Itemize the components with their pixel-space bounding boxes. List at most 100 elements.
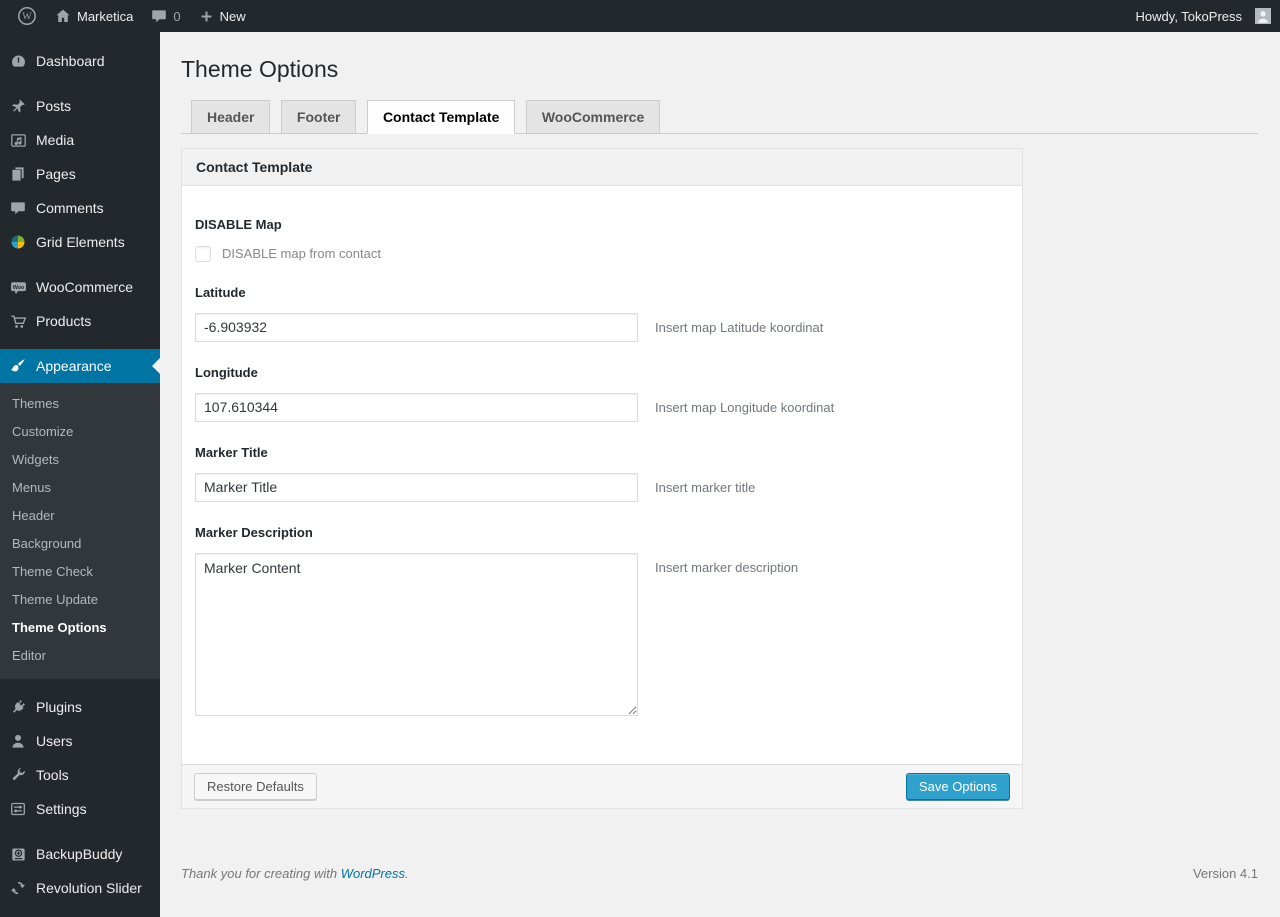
field-disable-map: DISABLE Map DISABLE map from contact	[195, 217, 1009, 262]
howdy-text: Howdy, TokoPress	[1135, 8, 1242, 24]
backup-icon	[8, 844, 28, 864]
sidebar-subitem-editor[interactable]: Editor	[0, 642, 160, 670]
sidebar-item-grid-elements[interactable]: Grid Elements	[0, 225, 160, 259]
user-icon	[8, 731, 28, 751]
sidebar-item-tools[interactable]: Tools	[0, 758, 160, 792]
page-title: Theme Options	[181, 56, 339, 82]
field-marker-description: Marker Description Marker Content Insert…	[195, 525, 1009, 716]
sidebar-item-label: Pages	[36, 166, 76, 182]
tab-bar: Header Footer Contact Template WooCommer…	[181, 99, 1258, 134]
sidebar-item-label: Grid Elements	[36, 234, 125, 250]
comment-bubble-icon	[151, 8, 167, 24]
sidebar-item-plugins[interactable]: Plugins	[0, 690, 160, 724]
panel-title: Contact Template	[182, 148, 1022, 186]
menu-separator	[0, 78, 160, 89]
sidebar-item-punch-fonts[interactable]: A Punch Fonts	[0, 905, 160, 917]
sidebar-subitem-theme-options[interactable]: Theme Options	[0, 614, 160, 642]
sidebar-item-posts[interactable]: Posts	[0, 89, 160, 123]
menu-separator	[0, 338, 160, 349]
field-label-marker-description: Marker Description	[195, 524, 313, 540]
wrench-icon	[8, 765, 28, 785]
home-icon	[55, 8, 71, 24]
sidebar-item-label: WooCommerce	[36, 279, 133, 295]
sidebar-item-revolution-slider[interactable]: Revolution Slider	[0, 871, 160, 905]
new-content-button[interactable]: New	[190, 0, 255, 32]
dashboard-icon	[8, 51, 28, 71]
sidebar-item-label: Dashboard	[36, 53, 105, 69]
sidebar-item-label: Revolution Slider	[36, 880, 142, 896]
sidebar-item-pages[interactable]: Pages	[0, 157, 160, 191]
sidebar-item-label: Plugins	[36, 699, 82, 715]
sidebar-item-label: Settings	[36, 801, 87, 817]
field-label-marker-title: Marker Title	[195, 444, 268, 460]
site-name-button[interactable]: Marketica	[46, 0, 142, 32]
sidebar-item-users[interactable]: Users	[0, 724, 160, 758]
version-text: Version 4.1	[1192, 866, 1258, 882]
wordpress-link[interactable]: WordPress	[341, 866, 405, 881]
sidebar-item-appearance[interactable]: Appearance	[0, 349, 160, 383]
pages-icon	[8, 164, 28, 184]
latitude-input[interactable]	[195, 312, 638, 342]
comments-count: 0	[173, 8, 181, 24]
sidebar-subitem-menus[interactable]: Menus	[0, 474, 160, 502]
field-label-longitude: Longitude	[195, 364, 258, 380]
menu-separator	[0, 826, 160, 837]
marker-description-textarea[interactable]: Marker Content	[195, 552, 638, 716]
sidebar-item-comments[interactable]: Comments	[0, 191, 160, 225]
sidebar-subitem-background[interactable]: Background	[0, 530, 160, 558]
field-latitude: Latitude Insert map Latitude koordinat	[195, 285, 1009, 342]
sidebar-item-dashboard[interactable]: Dashboard	[0, 44, 160, 78]
svg-text:W: W	[22, 12, 32, 23]
sidebar-item-products[interactable]: Products	[0, 304, 160, 338]
tab-contact-template[interactable]: Contact Template	[366, 99, 516, 134]
woocommerce-icon: Woo	[8, 277, 28, 297]
sidebar-subitem-theme-update[interactable]: Theme Update	[0, 586, 160, 614]
sidebar-item-label: Comments	[36, 200, 104, 216]
sidebar-item-settings[interactable]: Settings	[0, 792, 160, 826]
tab-header[interactable]: Header	[191, 99, 271, 134]
sidebar-subitem-themes[interactable]: Themes	[0, 390, 160, 418]
tab-woocommerce[interactable]: WooCommerce	[525, 99, 661, 134]
page-footer: Thank you for creating with WordPress. V…	[181, 866, 1258, 881]
longitude-input[interactable]	[195, 392, 638, 422]
sidebar-item-label: Appearance	[36, 358, 112, 374]
footer-thanks: Thank you for creating with WordPress.	[181, 866, 409, 881]
sidebar-item-woocommerce[interactable]: Woo WooCommerce	[0, 270, 160, 304]
sidebar-subitem-widgets[interactable]: Widgets	[0, 446, 160, 474]
avatar	[1255, 8, 1271, 24]
sidebar-subitem-customize[interactable]: Customize	[0, 418, 160, 446]
sidebar-subitem-header[interactable]: Header	[0, 502, 160, 530]
menu-separator	[0, 259, 160, 270]
sidebar-item-label: Posts	[36, 98, 72, 114]
new-label: New	[219, 8, 246, 24]
sidebar-subitem-theme-check[interactable]: Theme Check	[0, 558, 160, 586]
marker-title-input[interactable]	[195, 472, 638, 502]
font-a-icon: A	[8, 912, 28, 917]
pushpin-icon	[8, 96, 28, 116]
main-content: Theme Options Header Footer Contact Temp…	[160, 0, 1280, 881]
sidebar-item-backupbuddy[interactable]: BackupBuddy	[0, 837, 160, 871]
footer-thanks-prefix: Thank you for creating with	[181, 866, 341, 882]
sidebar-item-label: Media	[36, 132, 75, 148]
restore-defaults-button[interactable]: Restore Defaults	[194, 772, 317, 801]
sidebar-item-media[interactable]: Media	[0, 123, 160, 157]
sidebar-item-label: Users	[36, 733, 73, 749]
field-label-disable-map: DISABLE Map	[195, 216, 282, 232]
comments-icon	[8, 198, 28, 218]
sidebar-item-label: Tools	[36, 767, 69, 783]
field-longitude: Longitude Insert map Longitude koordinat	[195, 365, 1009, 422]
cart-icon	[8, 311, 28, 331]
save-options-button[interactable]: Save Options	[905, 772, 1010, 801]
plug-icon	[8, 697, 28, 717]
contact-template-panel: Contact Template DISABLE Map DISABLE map…	[181, 147, 1023, 810]
comments-button[interactable]: 0	[142, 0, 189, 32]
disable-map-checkbox[interactable]	[195, 245, 211, 262]
disable-map-checkbox-label: DISABLE map from contact	[222, 246, 381, 262]
media-icon	[8, 130, 28, 150]
account-menu-button[interactable]: Howdy, TokoPress	[1127, 0, 1280, 32]
wp-logo-button[interactable]: W	[8, 0, 46, 32]
paintbrush-icon	[8, 356, 28, 376]
menu-separator	[0, 679, 160, 690]
wordpress-logo-icon: W	[17, 6, 37, 26]
tab-footer[interactable]: Footer	[280, 99, 357, 134]
